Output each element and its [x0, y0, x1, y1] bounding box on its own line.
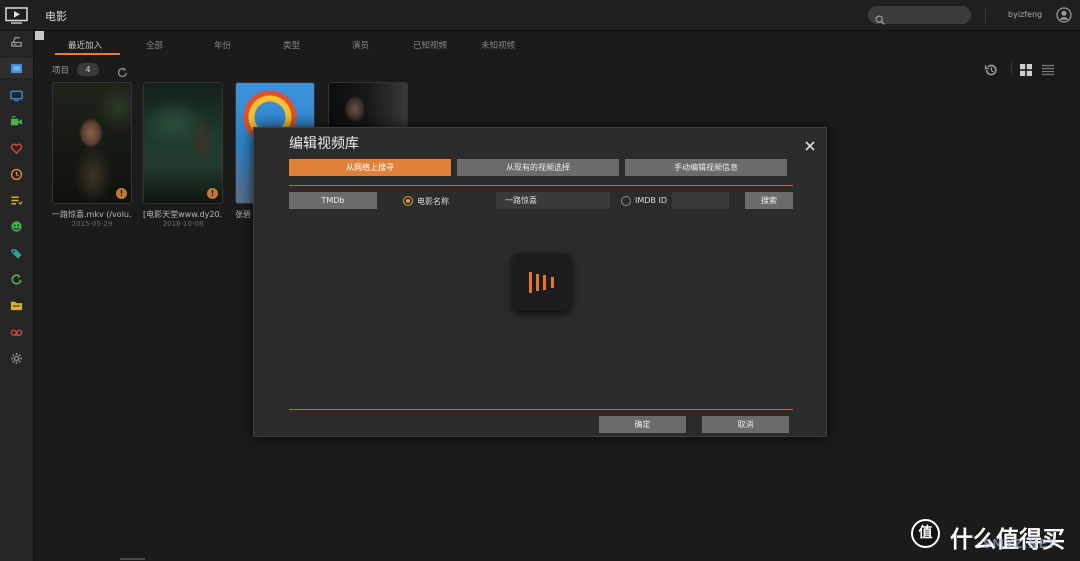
search-icon [875, 10, 885, 25]
sidebar-item-shared[interactable] [0, 216, 33, 236]
watermark: 值 什么值得买 SMYZ.NET [905, 512, 1077, 558]
video-caption[interactable]: 一路惊喜.mkv (/volu... [52, 209, 132, 220]
tv-show-icon [10, 89, 23, 102]
source-select[interactable]: TMDb [289, 192, 377, 209]
sidebar-item-tv-show[interactable] [0, 85, 33, 105]
video-date: 2015-05-29 [71, 220, 113, 228]
items-label: 项目 [52, 66, 70, 76]
video-thumbnail[interactable]: ! [52, 82, 132, 204]
username[interactable]: byizfeng [1008, 10, 1042, 19]
tab-year[interactable]: 年份 [214, 39, 231, 51]
active-tab-indicator [55, 53, 120, 55]
sidebar [0, 31, 34, 561]
search-box[interactable] [868, 6, 971, 25]
sidebar-item-settings[interactable] [0, 348, 33, 368]
folder-icon [10, 299, 23, 312]
gear-icon [10, 352, 23, 365]
history-icon[interactable] [984, 62, 998, 81]
video-caption[interactable]: [电影天堂www.dy20... [143, 209, 223, 220]
toolbar-divider [1011, 62, 1012, 76]
sidebar-item-tv-recording[interactable] [0, 322, 33, 342]
sidebar-item-favorites[interactable] [0, 138, 33, 158]
video-date: 2018-10-08 [162, 220, 204, 228]
list-view-icon[interactable] [1041, 62, 1055, 81]
tab-choose-existing[interactable]: 从现有的视频选择 [457, 159, 619, 176]
sidebar-item-movie[interactable] [0, 58, 33, 78]
sidebar-item-watchlist[interactable] [0, 190, 33, 210]
imdb-radio[interactable] [621, 196, 631, 206]
shared-icon [10, 220, 23, 233]
page-title: 电影 [45, 10, 67, 23]
tv-recording-icon [10, 326, 23, 339]
heart-icon [10, 142, 23, 155]
imdb-id-input[interactable] [672, 192, 729, 209]
tab-manual-edit[interactable]: 手动编辑视频信息 [625, 159, 787, 176]
watermark-logo-icon: 值 [911, 519, 940, 548]
sidebar-item-library[interactable] [0, 31, 33, 51]
horizontal-scrollbar[interactable] [120, 558, 145, 560]
grid-view-icon[interactable] [1019, 62, 1033, 81]
items-count-badge: 4 [77, 63, 99, 76]
sidebar-item-home-video[interactable] [0, 111, 33, 131]
warning-icon[interactable]: ! [207, 188, 218, 199]
tab-unknown-videos[interactable]: 未知视频 [481, 39, 515, 51]
loading-spinner-icon [513, 254, 571, 311]
tab-recently-added[interactable]: 最近加入 [68, 39, 102, 51]
header-divider [985, 8, 986, 23]
title-radio[interactable] [403, 196, 413, 206]
watchlist-icon [10, 194, 23, 207]
sync-icon [10, 273, 23, 286]
top-bar: 电影 byizfeng [0, 0, 1080, 31]
sidebar-item-collections[interactable] [0, 243, 33, 263]
poster-image [53, 83, 131, 203]
sidebar-item-recently-updated[interactable] [0, 269, 33, 289]
watermark-overlay-text: SMYZ.NET [983, 537, 1056, 551]
tab-known-videos[interactable]: 已知视频 [413, 39, 447, 51]
video-thumbnail[interactable]: ! [143, 82, 223, 204]
collection-tag-icon [10, 247, 23, 260]
edit-video-library-dialog: 编辑视频库 从网络上搜寻 从现有的视频选择 手动编辑视频信息 TMDb 电影名称… [253, 127, 827, 437]
user-avatar-icon[interactable] [1056, 7, 1072, 23]
video-station-logo-icon[interactable] [5, 7, 28, 24]
tab-all[interactable]: 全部 [146, 39, 163, 51]
video-library-icon [10, 35, 23, 48]
cancel-button[interactable]: 取消 [702, 416, 789, 433]
tab-actor[interactable]: 演员 [352, 39, 369, 51]
tab-divider [289, 185, 793, 186]
dialog-title: 编辑视频库 [289, 136, 359, 152]
ok-button[interactable]: 确定 [599, 416, 686, 433]
imdb-radio-label[interactable]: IMDB ID [635, 196, 667, 205]
clock-icon [10, 168, 23, 181]
sidebar-item-watched[interactable] [0, 164, 33, 184]
footer-divider [289, 409, 793, 410]
warning-icon[interactable]: ! [116, 188, 127, 199]
refresh-icon[interactable] [117, 63, 128, 82]
search-input[interactable] [888, 8, 964, 22]
close-icon[interactable] [805, 136, 815, 151]
video-station-window: 电影 byizfeng 最近加入 全部 年份 类型 演员 已知视频 未知视频 项… [0, 0, 1080, 561]
tab-genre[interactable]: 类型 [283, 39, 300, 51]
sidebar-item-folders[interactable] [0, 295, 33, 315]
movie-icon [10, 62, 23, 75]
tab-search-online[interactable]: 从网络上搜寻 [289, 159, 451, 176]
sidebar-toggle-button[interactable] [35, 31, 44, 40]
title-input[interactable] [496, 192, 610, 209]
search-button[interactable]: 搜索 [745, 192, 793, 209]
home-video-icon [10, 115, 23, 128]
poster-image [144, 83, 222, 203]
title-radio-label[interactable]: 电影名称 [417, 196, 449, 207]
